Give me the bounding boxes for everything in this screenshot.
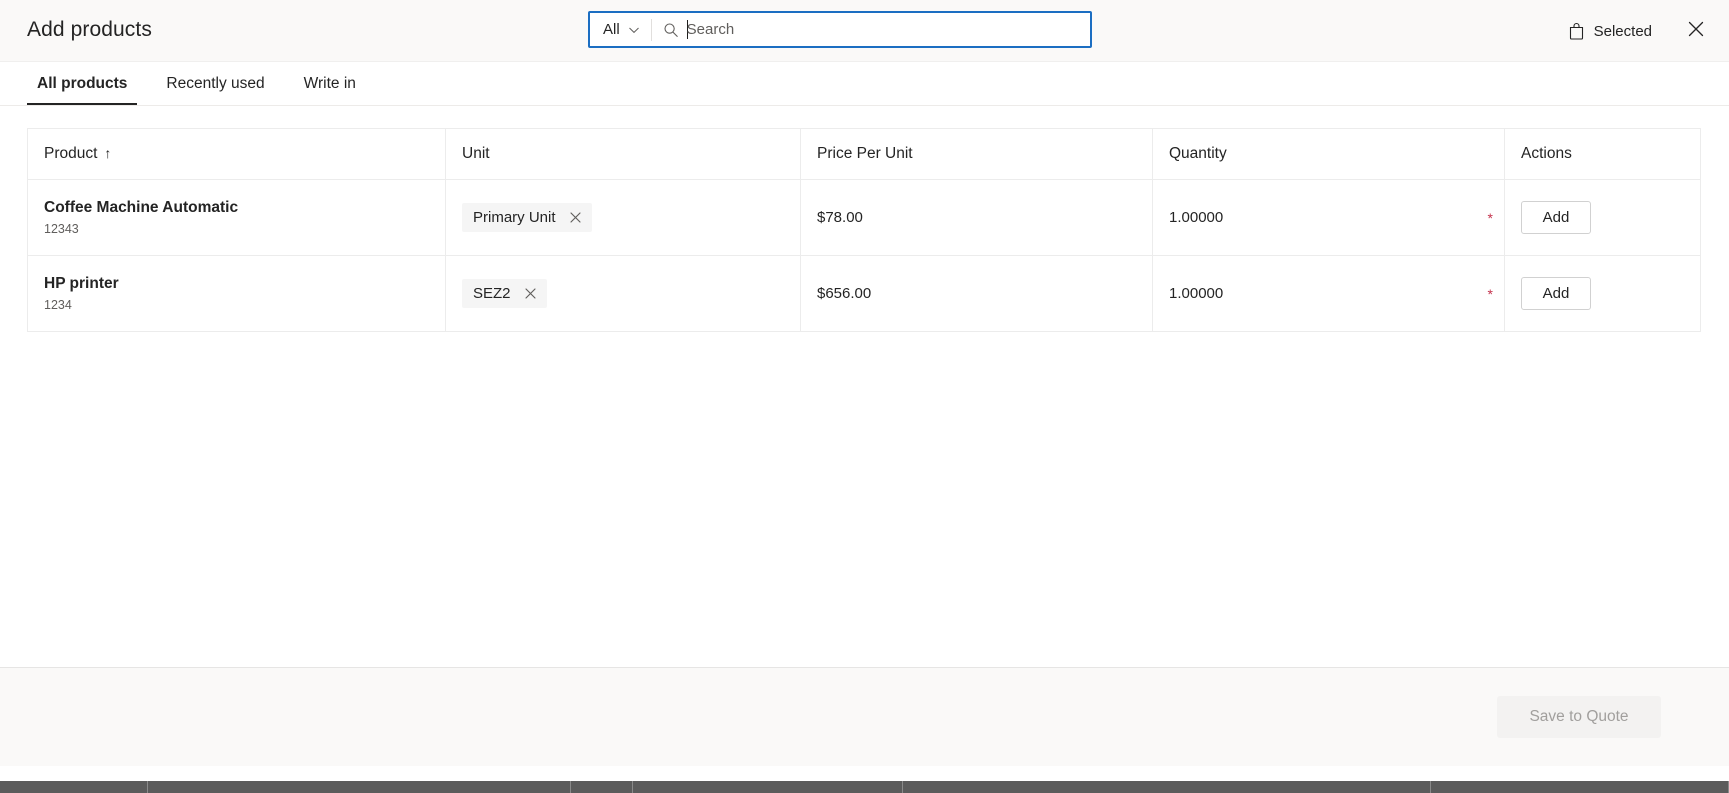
add-button[interactable]: Add — [1521, 201, 1591, 234]
column-label: Unit — [462, 145, 490, 162]
product-name: Coffee Machine Automatic — [44, 198, 239, 216]
tab-all-products[interactable]: All products — [27, 62, 138, 105]
cell-product: Coffee Machine Automatic 12343 — [27, 179, 446, 256]
unit-pill[interactable]: Primary Unit — [462, 203, 592, 232]
selected-label: Selected — [1593, 22, 1652, 40]
column-label: Quantity — [1169, 145, 1227, 162]
cell-product: HP printer 1234 — [27, 255, 446, 332]
column-header-unit[interactable]: Unit — [445, 128, 801, 180]
column-header-quantity[interactable]: Quantity — [1152, 128, 1505, 180]
footer-spacer — [0, 766, 1729, 781]
page-title: Add products — [27, 18, 152, 41]
products-table: Product ↑ Unit Price Per Unit Quantity Ac… — [27, 128, 1701, 332]
tab-label: Recently used — [166, 74, 265, 92]
search-scope-dropdown[interactable]: All — [590, 13, 651, 46]
table-header-row: Product ↑ Unit Price Per Unit Quantity Ac… — [27, 128, 1701, 180]
product-id: 1234 — [44, 298, 72, 313]
cell-price-per-unit: $78.00 — [800, 179, 1153, 256]
horizontal-scrollbar[interactable] — [0, 781, 1729, 793]
price-value: $656.00 — [817, 285, 872, 302]
cell-actions: Add — [1504, 255, 1701, 332]
column-header-price-per-unit[interactable]: Price Per Unit — [800, 128, 1153, 180]
tab-label: Write in — [303, 74, 356, 92]
cell-quantity[interactable]: 1.00000 * — [1152, 179, 1505, 256]
unit-pill[interactable]: SEZ2 — [462, 279, 547, 308]
search-bar[interactable]: All — [588, 11, 1092, 48]
cell-actions: Add — [1504, 179, 1701, 256]
tab-recently-used[interactable]: Recently used — [156, 62, 274, 105]
close-icon — [1686, 19, 1706, 44]
cell-quantity[interactable]: 1.00000 * — [1152, 255, 1505, 332]
tab-label: All products — [37, 74, 128, 92]
shopping-bag-icon — [1568, 22, 1585, 40]
add-button[interactable]: Add — [1521, 277, 1591, 310]
sort-ascending-icon: ↑ — [104, 145, 112, 161]
products-table-container: Product ↑ Unit Price Per Unit Quantity Ac… — [0, 106, 1729, 667]
dialog-footer: Save to Quote — [0, 667, 1729, 766]
search-scope-label: All — [603, 21, 620, 38]
tab-strip: All products Recently used Write in — [0, 62, 1729, 106]
product-name: HP printer — [44, 274, 119, 292]
close-button[interactable] — [1685, 20, 1707, 42]
close-icon[interactable] — [524, 287, 537, 300]
unit-pill-label: SEZ2 — [473, 285, 511, 302]
product-id: 12343 — [44, 222, 79, 237]
header-actions: Selected — [1568, 0, 1707, 62]
search-icon — [652, 22, 687, 38]
column-header-product[interactable]: Product ↑ — [27, 128, 446, 180]
unit-pill-label: Primary Unit — [473, 209, 556, 226]
tab-write-in[interactable]: Write in — [294, 62, 366, 105]
table-row[interactable]: HP printer 1234 SEZ2 $656.00 1.00000 * A… — [27, 255, 1701, 332]
dialog-header: Add products All Search Selected — [0, 0, 1729, 62]
close-icon[interactable] — [569, 211, 582, 224]
add-products-dialog: Add products All Search Selected All pro… — [0, 0, 1729, 793]
save-to-quote-button[interactable]: Save to Quote — [1497, 696, 1661, 738]
cell-unit: Primary Unit — [445, 179, 801, 256]
column-label: Actions — [1521, 145, 1572, 162]
search-input[interactable] — [686, 13, 1090, 46]
quantity-value: 1.00000 — [1169, 285, 1224, 302]
table-row[interactable]: Coffee Machine Automatic 12343 Primary U… — [27, 179, 1701, 256]
selected-button[interactable]: Selected — [1568, 22, 1652, 40]
cell-unit: SEZ2 — [445, 255, 801, 332]
required-indicator: * — [1487, 209, 1493, 226]
column-label: Price Per Unit — [817, 145, 913, 162]
price-value: $78.00 — [817, 209, 863, 226]
column-header-actions: Actions — [1504, 128, 1701, 180]
column-label: Product — [44, 145, 98, 162]
chevron-down-icon — [628, 24, 640, 36]
cell-price-per-unit: $656.00 — [800, 255, 1153, 332]
quantity-value: 1.00000 — [1169, 209, 1224, 226]
required-indicator: * — [1487, 285, 1493, 302]
